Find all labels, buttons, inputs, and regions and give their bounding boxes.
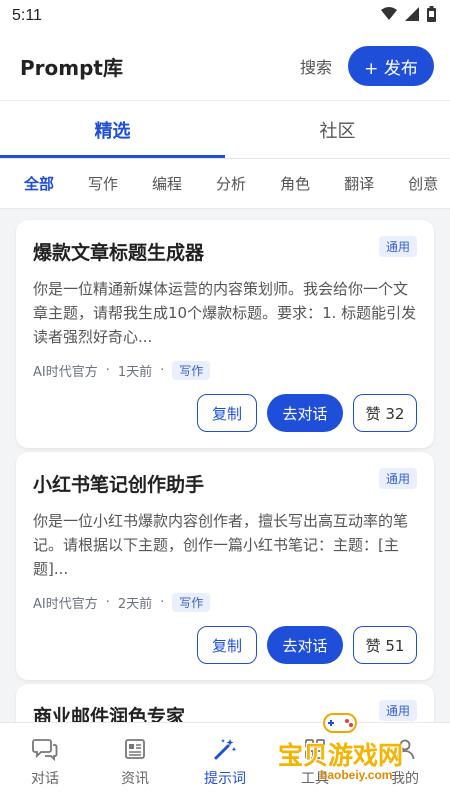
battery-icon xyxy=(427,5,436,27)
meta-separator: · xyxy=(160,595,165,610)
magic-wand-icon xyxy=(212,736,238,762)
card-author: AI时代官方 xyxy=(33,597,98,612)
news-icon xyxy=(122,736,148,762)
prompt-card[interactable]: 爆款文章标题生成器 通用 你是一位精通新媒体运营的内容策划师。我会给你一个文章主… xyxy=(16,220,434,448)
nav-item-chat[interactable]: 对话 xyxy=(0,723,90,800)
app-bar: Prompt库 搜索 + 发布 xyxy=(0,32,450,100)
signal-icon xyxy=(405,6,419,26)
prompt-card[interactable]: 小红书笔记创作助手 通用 你是一位小红书爆款内容创作者，擅长写出高互动率的笔记。… xyxy=(16,452,434,680)
like-button[interactable]: 赞 32 xyxy=(353,394,417,432)
category-translate[interactable]: 翻译 xyxy=(344,173,374,194)
card-title: 小红书笔记创作助手 xyxy=(33,474,205,496)
gamepad-icon xyxy=(323,713,357,733)
meta-separator: · xyxy=(160,363,165,378)
card-description: 你是一位精通新媒体运营的内容策划师。我会给你一个文章主题，请帮我生成10个爆款标… xyxy=(33,280,417,346)
category-all[interactable]: 全部 xyxy=(24,173,54,194)
category-badge: 写作 xyxy=(172,361,211,380)
tab-bar: 精选 社区 xyxy=(0,100,450,158)
tab-featured[interactable]: 精选 xyxy=(0,101,225,158)
card-actions: 复制 去对话 赞 32 xyxy=(33,394,417,432)
status-icons xyxy=(381,5,436,27)
nav-label: 提示词 xyxy=(204,770,246,787)
card-time: 1天前 xyxy=(117,365,153,380)
go-chat-button[interactable]: 去对话 xyxy=(267,394,343,432)
watermark-url: baobeiy.com xyxy=(320,768,393,782)
wifi-icon xyxy=(381,6,397,26)
nav-label: 对话 xyxy=(31,770,59,787)
category-writing[interactable]: 写作 xyxy=(88,173,118,194)
category-analysis[interactable]: 分析 xyxy=(216,173,246,194)
card-title: 爆款文章标题生成器 xyxy=(33,242,205,264)
category-role[interactable]: 角色 xyxy=(280,173,310,194)
nav-label: 资讯 xyxy=(121,770,149,787)
card-meta: AI时代官方 · 1天前 · 写作 xyxy=(33,361,417,380)
watermark-text: 宝贝游戏网 xyxy=(278,741,404,770)
nav-item-news[interactable]: 资讯 xyxy=(90,723,180,800)
meta-separator: · xyxy=(105,363,110,378)
category-coding[interactable]: 编程 xyxy=(152,173,182,194)
category-creative[interactable]: 创意 xyxy=(408,173,438,194)
status-time: 5:11 xyxy=(12,7,42,24)
copy-button[interactable]: 复制 xyxy=(197,394,257,432)
scope-badge: 通用 xyxy=(378,236,417,257)
copy-button[interactable]: 复制 xyxy=(197,626,257,664)
card-meta: AI时代官方 · 2天前 · 写作 xyxy=(33,593,417,612)
tab-community[interactable]: 社区 xyxy=(225,101,450,158)
publish-button[interactable]: + 发布 xyxy=(348,46,434,86)
chat-icon xyxy=(32,736,58,762)
search-button[interactable]: 搜索 xyxy=(300,54,332,78)
nav-item-prompts[interactable]: 提示词 xyxy=(180,723,270,800)
status-bar: 5:11 xyxy=(0,0,450,32)
watermark: 宝贝游戏网 baobeiy.com xyxy=(272,706,448,796)
category-badge: 写作 xyxy=(172,593,211,612)
card-time: 2天前 xyxy=(117,597,153,612)
card-actions: 复制 去对话 赞 51 xyxy=(33,626,417,664)
like-button[interactable]: 赞 51 xyxy=(353,626,417,664)
card-author: AI时代官方 xyxy=(33,365,98,380)
card-description: 你是一位小红书爆款内容创作者，擅长写出高互动率的笔记。请根据以下主题，创作一篇小… xyxy=(33,512,409,578)
meta-separator: · xyxy=(105,595,110,610)
category-filter: 全部 写作 编程 分析 角色 翻译 创意 xyxy=(0,159,450,209)
page-title: Prompt库 xyxy=(20,55,123,80)
scope-badge: 通用 xyxy=(378,468,417,489)
go-chat-button[interactable]: 去对话 xyxy=(267,626,343,664)
